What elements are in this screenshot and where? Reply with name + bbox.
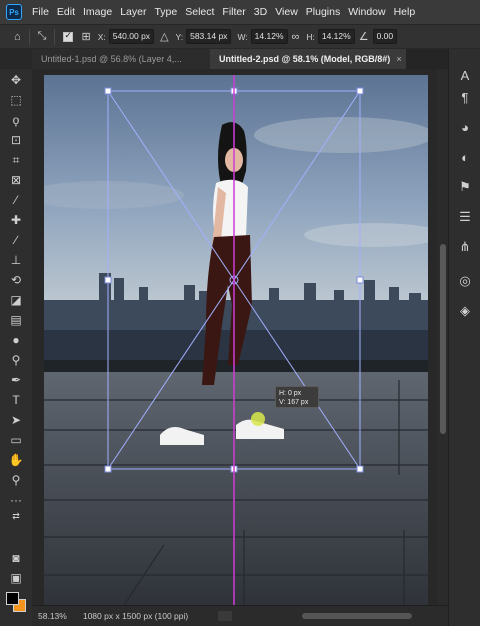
paths-icon[interactable]: ⋔ xyxy=(449,237,480,257)
adjustments-icon[interactable]: ◐ xyxy=(449,147,480,167)
cursor-highlight xyxy=(251,412,265,426)
color-palette-icon[interactable]: ◕ xyxy=(449,117,480,137)
menu-type[interactable]: Type xyxy=(150,0,181,24)
blur-tool-icon[interactable]: ● xyxy=(0,331,32,349)
path-select-tool-icon[interactable]: ➤ xyxy=(0,411,32,429)
frame-tool-icon[interactable]: ⊠ xyxy=(0,171,32,189)
divider xyxy=(54,28,56,45)
crop-tool-icon[interactable]: ⌗ xyxy=(0,151,32,169)
pen-tool-icon[interactable]: ✒ xyxy=(0,371,32,389)
character-icon[interactable]: A xyxy=(449,65,480,85)
close-icon[interactable]: × xyxy=(396,49,401,69)
menu-window[interactable]: Window xyxy=(344,0,389,24)
menu-layer[interactable]: Layer xyxy=(116,0,150,24)
angle-icon: ∠ xyxy=(358,31,369,43)
menu-3d[interactable]: 3D xyxy=(250,0,271,24)
menu-edit[interactable]: Edit xyxy=(53,0,79,24)
dodge-tool-icon[interactable]: ⚲ xyxy=(0,351,32,369)
home-icon[interactable]: ⌂ xyxy=(14,31,21,43)
paragraph-icon[interactable]: ¶ xyxy=(449,87,480,107)
document-tabs: Untitled-1.psd @ 56.8% (Layer 4,... Unti… xyxy=(32,49,448,69)
cloud xyxy=(254,117,428,153)
brush-tool-icon[interactable]: ∕ xyxy=(0,231,32,249)
libraries-icon[interactable]: ⚑ xyxy=(449,177,480,197)
divider xyxy=(28,28,30,45)
menu-select[interactable]: Select xyxy=(181,0,218,24)
h-label: H: xyxy=(306,31,315,42)
quick-select-tool-icon[interactable]: ⊡ xyxy=(0,131,32,149)
shape-tool-icon[interactable]: ▭ xyxy=(0,431,32,449)
menu-view[interactable]: View xyxy=(271,0,302,24)
zoom-tool-icon[interactable]: ⚲ xyxy=(0,471,32,489)
reference-point-icon[interactable]: ⊞ xyxy=(81,30,90,43)
link-icon[interactable]: ∞ xyxy=(292,31,300,43)
healing-tool-icon[interactable]: ✚ xyxy=(0,211,32,229)
y-label: Y: xyxy=(175,31,184,42)
screen-mode-icon[interactable]: ▣ xyxy=(0,569,32,587)
y-position-field[interactable]: 583.14 px xyxy=(186,29,232,44)
menu-filter[interactable]: Filter xyxy=(218,0,249,24)
tab-label: Untitled-1.psd @ 56.8% (Layer 4,... xyxy=(41,54,182,64)
menu-image[interactable]: Image xyxy=(79,0,116,24)
tab-label: Untitled-2.psd @ 58.1% (Model, RGB/8#) xyxy=(219,54,391,64)
gradient-tool-icon[interactable]: ▤ xyxy=(0,311,32,329)
channels-icon[interactable]: ◎ xyxy=(449,271,480,291)
options-bar: ⌂ ⤡ ⊞ X: 540.00 px △ Y: 583.14 px W: 14.… xyxy=(0,24,480,48)
canvas-area[interactable]: H: 0 px V: 167 px xyxy=(32,69,438,605)
document-canvas[interactable] xyxy=(44,75,428,605)
canvas-image xyxy=(44,75,428,605)
tab-untitled-1[interactable]: Untitled-1.psd @ 56.8% (Layer 4,... xyxy=(32,49,210,69)
scroll-left-arrow[interactable] xyxy=(218,611,232,621)
hand-tool-icon[interactable]: ✋ xyxy=(0,451,32,469)
transform-tool-icon: ⤡ xyxy=(37,30,47,42)
height-field[interactable]: 14.12% xyxy=(317,29,355,44)
swap-colors-icon[interactable]: ⇄ xyxy=(0,507,32,525)
delta-icon[interactable]: △ xyxy=(160,30,168,43)
tooltip-horizontal: H: 0 px xyxy=(279,390,302,397)
scroll-thumb[interactable] xyxy=(440,244,446,434)
zoom-level[interactable]: 58.13% xyxy=(38,611,67,621)
menu-help[interactable]: Help xyxy=(390,0,420,24)
stamp-tool-icon[interactable]: ⊥ xyxy=(0,251,32,269)
status-bar: 58.13% 1080 px x 1500 px (100 ppi) xyxy=(32,605,448,626)
x-label: X: xyxy=(97,31,106,42)
type-tool-icon[interactable]: T xyxy=(0,391,32,409)
history-brush-icon[interactable]: ⟲ xyxy=(0,271,32,289)
marquee-tool-icon[interactable]: ⬚ xyxy=(0,91,32,109)
horizontal-scrollbar[interactable] xyxy=(302,613,412,619)
vertical-scrollbar[interactable] xyxy=(438,69,448,605)
w-label: W: xyxy=(237,31,248,42)
move-tool-icon[interactable]: ✥ xyxy=(0,71,32,89)
tooltip-vertical: V: 167 px xyxy=(279,399,309,406)
menu-file[interactable]: File xyxy=(28,0,53,24)
tools-panel: ✥ ⬚ ϙ ⊡ ⌗ ⊠ ⁄ ✚ ∕ ⊥ ⟲ ◪ ▤ ● ⚲ ✒ T ➤ ▭ ✋ … xyxy=(0,69,32,626)
angle-field[interactable]: 0.00 xyxy=(372,29,398,44)
foreground-color-swatch[interactable] xyxy=(6,592,19,605)
photoshop-window: Ps File Edit Image Layer Type Select Fil… xyxy=(0,0,480,626)
transform-tooltip: H: 0 px V: 167 px xyxy=(275,386,319,408)
photoshop-logo[interactable]: Ps xyxy=(6,4,22,20)
properties-icon[interactable]: ☰ xyxy=(449,207,480,227)
right-panel: A ¶ ◕ ◐ ⚑ ☰ ⋔ ◎ ◈ xyxy=(448,49,480,626)
menu-plugins[interactable]: Plugins xyxy=(302,0,344,24)
menu-bar: Ps File Edit Image Layer Type Select Fil… xyxy=(0,0,480,24)
reference-point-checkbox[interactable] xyxy=(63,30,74,42)
document-info[interactable]: 1080 px x 1500 px (100 ppi) xyxy=(83,611,188,621)
tab-untitled-2[interactable]: Untitled-2.psd @ 58.1% (Model, RGB/8#) × xyxy=(210,49,406,69)
lasso-tool-icon[interactable]: ϙ xyxy=(0,111,32,129)
layers-icon[interactable]: ◈ xyxy=(449,301,480,321)
width-field[interactable]: 14.12% xyxy=(250,29,288,44)
eraser-tool-icon[interactable]: ◪ xyxy=(0,291,32,309)
eyedropper-tool-icon[interactable]: ⁄ xyxy=(0,191,32,209)
wooden-deck xyxy=(44,372,428,605)
x-position-field[interactable]: 540.00 px xyxy=(108,29,155,44)
quick-mask-icon[interactable]: ◙ xyxy=(0,549,32,567)
